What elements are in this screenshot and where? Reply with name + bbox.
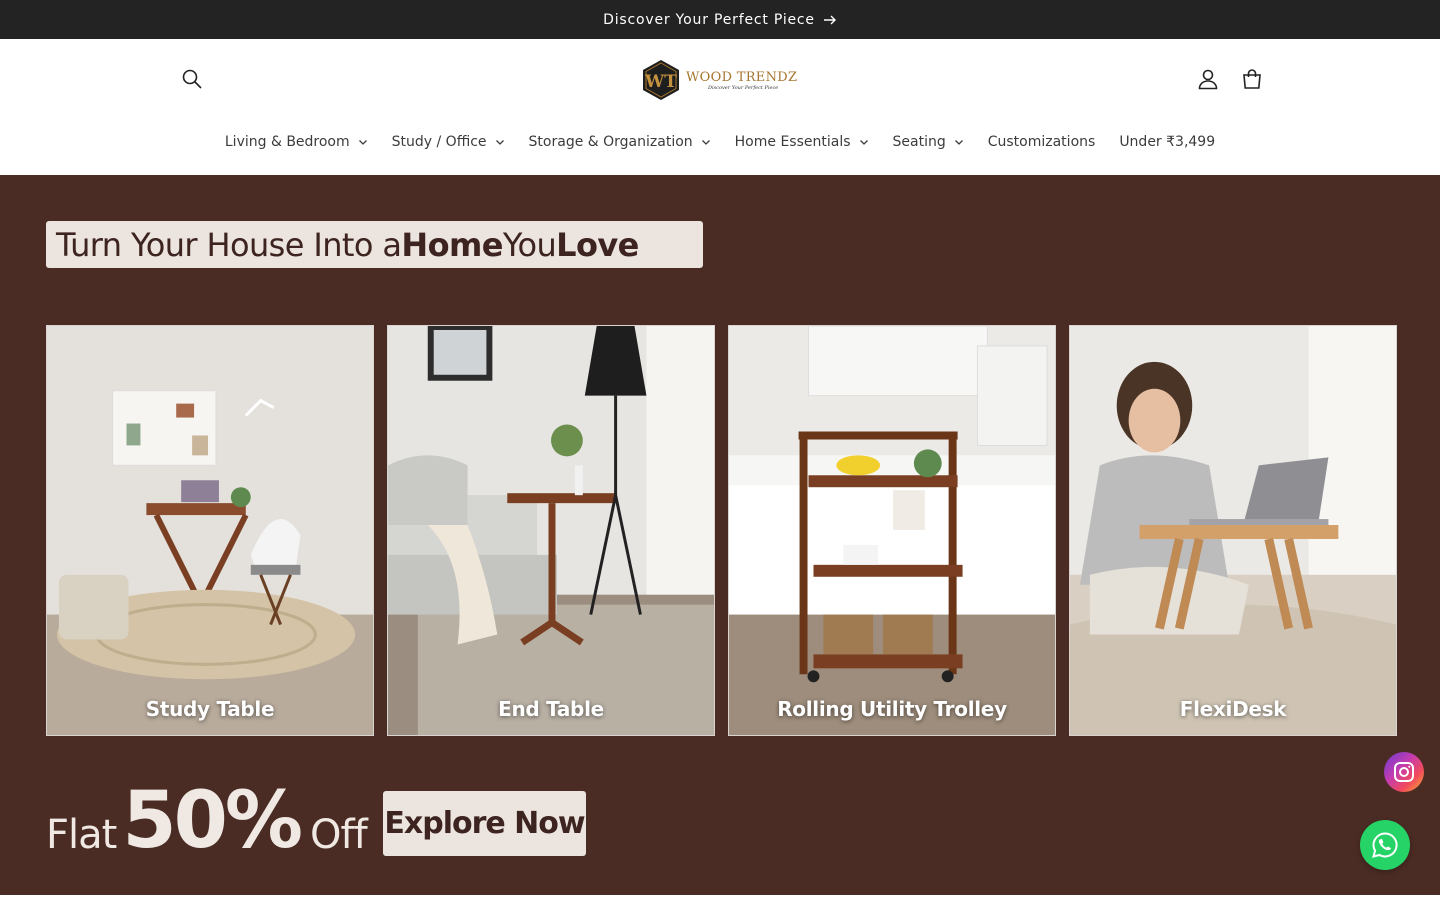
nav-customizations[interactable]: Customizations — [976, 131, 1108, 153]
nav-label: Living & Bedroom — [224, 134, 350, 150]
logo-mark: WT — [643, 60, 679, 100]
end-table-image — [388, 326, 714, 735]
chevron-down-icon — [495, 140, 504, 145]
headline-text: Turn Your House Into a — [56, 225, 402, 264]
nav-storage-organization[interactable]: Storage & Organization — [517, 131, 723, 153]
main-nav: Living & Bedroom Study / Office Storage … — [0, 131, 1440, 153]
card-label: FlexiDesk — [1179, 697, 1287, 721]
product-card-flexidesk[interactable]: FlexiDesk — [1069, 325, 1397, 736]
headline-bold-love: Love — [556, 225, 639, 264]
whatsapp-icon — [1372, 832, 1398, 858]
nav-label: Under ₹3,499 — [1119, 134, 1216, 150]
instagram-button[interactable] — [1384, 752, 1424, 792]
hero-banner[interactable]: Turn Your House Into a Home You Love Stu… — [0, 175, 1440, 895]
nav-home-essentials[interactable]: Home Essentials — [723, 131, 881, 153]
announcement-bar[interactable]: Discover Your Perfect Piece — [0, 0, 1440, 39]
chevron-down-icon — [701, 140, 710, 145]
whatsapp-button[interactable] — [1360, 820, 1410, 870]
chevron-down-icon — [358, 140, 367, 145]
chevron-down-icon — [859, 140, 868, 145]
product-cards: Study Table End Table Rolling Utility Tr… — [46, 325, 1397, 736]
nav-study-office[interactable]: Study / Office — [380, 131, 517, 153]
instagram-icon — [1394, 762, 1414, 782]
account-icon — [1198, 69, 1218, 90]
site-logo[interactable]: WT WOOD TRENDZ Discover Your Perfect Pie… — [640, 57, 800, 103]
nav-label: Study / Office — [391, 134, 487, 150]
flexidesk-image — [1070, 326, 1396, 735]
nav-label: Seating — [892, 134, 946, 150]
offer-off: Off — [310, 812, 368, 858]
card-label: End Table — [498, 697, 604, 721]
search-icon — [182, 69, 202, 89]
trolley-image — [729, 326, 1055, 735]
product-card-rolling-utility-trolley[interactable]: Rolling Utility Trolley — [728, 325, 1056, 736]
offer-flat: Flat — [46, 812, 117, 858]
account-button[interactable] — [1188, 59, 1228, 99]
study-table-image — [47, 326, 373, 735]
offer-percent: 50% — [122, 776, 303, 866]
nav-label: Home Essentials — [734, 134, 851, 150]
nav-living-bedroom[interactable]: Living & Bedroom — [213, 131, 380, 153]
search-button[interactable] — [172, 59, 212, 99]
card-label: Study Table — [145, 697, 275, 721]
explore-now-button[interactable]: Explore Now — [383, 791, 586, 856]
product-card-end-table[interactable]: End Table — [387, 325, 715, 736]
cart-icon — [1243, 69, 1261, 89]
offer-text: Flat 50% Off — [46, 776, 368, 866]
nav-label: Storage & Organization — [528, 134, 693, 150]
hero-headline: Turn Your House Into a Home You Love — [46, 221, 703, 268]
headline-text: You — [502, 225, 557, 264]
nav-under-price[interactable]: Under ₹3,499 — [1107, 131, 1227, 153]
arrow-right-icon — [823, 15, 836, 24]
card-label: Rolling Utility Trolley — [777, 697, 1007, 721]
logo-name: WOOD TRENDZ — [686, 69, 798, 85]
product-card-study-table[interactable]: Study Table — [46, 325, 374, 736]
announcement-text[interactable]: Discover Your Perfect Piece — [603, 12, 815, 28]
chevron-down-icon — [954, 140, 963, 145]
headline-bold-home: Home — [401, 225, 503, 264]
nav-seating[interactable]: Seating — [881, 131, 976, 153]
logo-tagline: Discover Your Perfect Piece — [708, 84, 779, 91]
site-header: WT WOOD TRENDZ Discover Your Perfect Pie… — [0, 39, 1440, 175]
cart-button[interactable] — [1232, 59, 1272, 99]
svg-text:WT: WT — [644, 72, 677, 92]
nav-label: Customizations — [987, 134, 1096, 150]
